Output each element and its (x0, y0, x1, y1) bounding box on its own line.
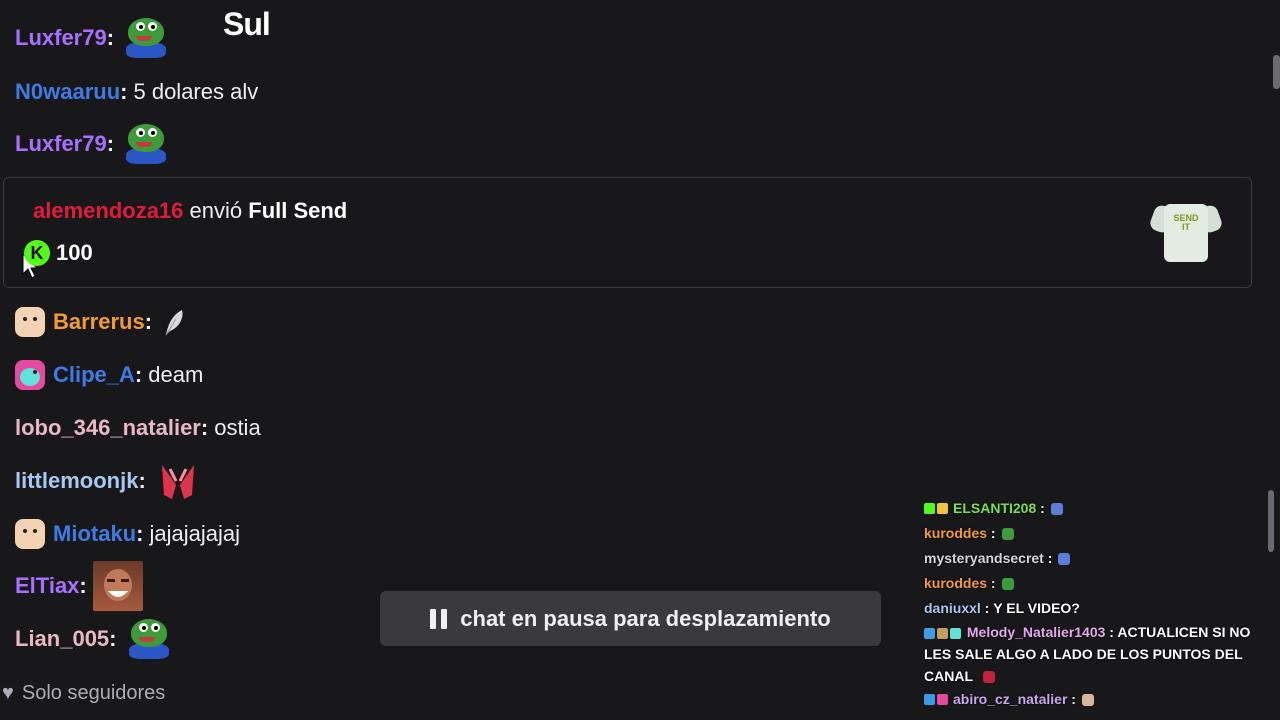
pause-icon (430, 608, 448, 629)
finn-badge-icon (15, 519, 45, 549)
scrollbar-thumb[interactable] (1273, 55, 1280, 89)
chat-username[interactable]: lobo_346_natalier (15, 415, 201, 441)
chat-paused-label: chat en pausa para desplazamiento (460, 605, 831, 631)
pink-badge-icon (15, 360, 45, 390)
overlay-chat: ELSANTI208 : kuroddes : mysteryandsecret… (924, 496, 1276, 712)
chat-message: littlemoonjk: (15, 461, 200, 501)
pepe-frog-emote (127, 617, 171, 661)
badge-icon (937, 627, 948, 639)
kick-coin-icon: K (24, 240, 50, 266)
shirt-print-text: SEND IT (1173, 213, 1199, 232)
overlay-username: kuroddes (924, 525, 988, 541)
overlay-text: Y EL VIDEO? (993, 600, 1080, 616)
overlay-scrollbar-thumb[interactable] (1268, 490, 1274, 552)
emote-icon (1050, 502, 1063, 515)
stream-overlay-text: Sul (223, 6, 271, 42)
gift-username[interactable]: alemendoza16 (33, 198, 183, 223)
overlay-message: Melody_Natalier1403 : ACTUALICEN SI NO L… (924, 624, 1251, 684)
gift-card: alemendoza16 envió Full Send K 100 SEND … (3, 177, 1252, 288)
overlay-username: kuroddes (924, 575, 988, 591)
overlay-message: mysteryandsecret : (924, 546, 1276, 571)
gift-amount: 100 (56, 240, 93, 265)
gift-item-name: Full Send (248, 198, 348, 223)
overlay-username: mysteryandsecret (924, 550, 1044, 566)
full-send-shirt-icon: SEND IT (1148, 196, 1224, 266)
overlay-username: ELSANTI208 (953, 500, 1037, 516)
pepe-frog-emote (1001, 577, 1014, 590)
chat-text: jajajajajaj (149, 521, 240, 546)
chat-username[interactable]: Barrerus (53, 309, 145, 335)
chat-message: Luxfer79: (15, 124, 168, 164)
chat-message: N0waaruu: 5 dolares alv (15, 79, 259, 105)
heart-icon: ♥ (2, 682, 14, 704)
gift-title: alemendoza16 envió Full Send (33, 198, 347, 224)
chat-username[interactable]: ElTiax (15, 573, 79, 599)
chat-message: Lian_005: (15, 619, 171, 659)
overlay-message: daniuxxl : Y EL VIDEO? (924, 596, 1276, 621)
overlay-message: kuroddes : (924, 521, 1276, 546)
emote-icon (982, 671, 995, 684)
chat-username[interactable]: Luxfer79 (15, 25, 107, 51)
badge-icon (924, 627, 935, 639)
praying-hands-emote (156, 459, 200, 503)
chat-message: Clipe_A: deam (15, 355, 203, 395)
laughing-face-emote (92, 561, 143, 611)
chat-username[interactable]: Miotaku (53, 521, 136, 547)
badge-icon (924, 503, 935, 514)
emote-icon (1081, 693, 1094, 706)
chat-username[interactable]: N0waaruu (15, 79, 120, 105)
pepe-frog-emote (124, 16, 168, 60)
chat-username[interactable]: Luxfer79 (15, 131, 107, 157)
overlay-message: ELSANTI208 : (924, 496, 1276, 521)
chat-username[interactable]: Lian_005 (15, 626, 109, 652)
badge-icon (950, 627, 961, 639)
finn-badge-icon (15, 307, 45, 337)
pepe-frog-emote (1001, 527, 1014, 540)
gift-amount-row: K 100 (22, 240, 93, 279)
chat-message: Luxfer79: (15, 18, 168, 58)
feather-emote (162, 307, 186, 337)
chat-message: ElTiax: (15, 561, 143, 611)
emote-icon (1058, 552, 1071, 565)
chat-mode-label: Solo seguidores (21, 682, 166, 704)
overlay-username: abiro_cz_natalier (953, 691, 1068, 707)
overlay-message: abiro_cz_natalier : (924, 687, 1276, 712)
chat-message: lobo_346_natalier: ostia (15, 415, 261, 441)
chat-message: Miotaku: jajajajajaj (15, 514, 240, 554)
chat-mode-indicator[interactable]: ♥ Solo seguidores (2, 682, 165, 705)
pepe-frog-emote (124, 122, 168, 166)
chat-username[interactable]: Clipe_A (53, 362, 135, 388)
overlay-username: Melody_Natalier1403 (966, 624, 1106, 640)
chat-username[interactable]: littlemoonjk (15, 468, 138, 494)
chat-text: deam (148, 362, 204, 387)
overlay-username: daniuxxl (924, 600, 981, 616)
chat-paused-button[interactable]: chat en pausa para desplazamiento (380, 591, 881, 646)
badge-icon (937, 694, 948, 705)
overlay-message: kuroddes : (924, 571, 1276, 596)
chat-text: ostia (214, 415, 261, 440)
chat-message: Barrerus: (15, 302, 186, 342)
badge-icon (937, 503, 948, 514)
chat-text: 5 dolares alv (133, 79, 259, 104)
gift-verb: envió (189, 198, 243, 223)
badge-icon (924, 694, 935, 705)
